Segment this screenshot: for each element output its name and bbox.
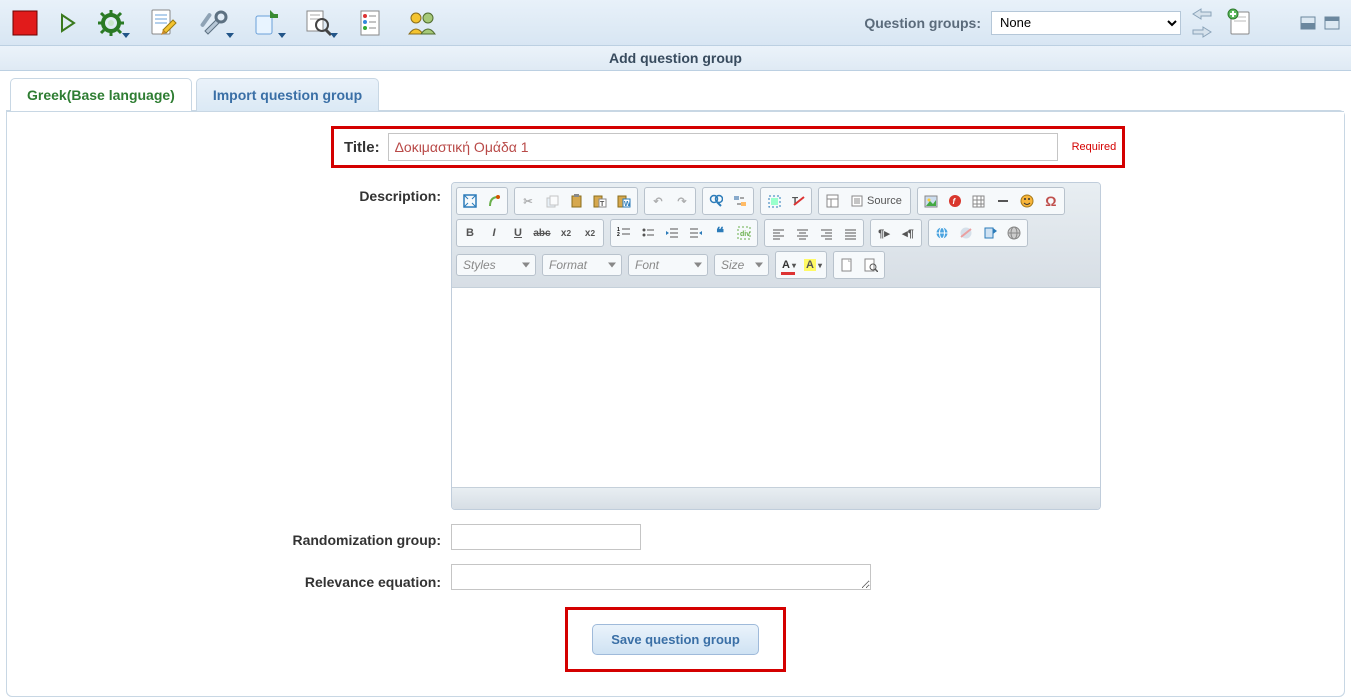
maximize-editor-icon[interactable] xyxy=(459,190,481,212)
unlink-icon xyxy=(955,222,977,244)
arrow-left-icon[interactable] xyxy=(1191,5,1213,23)
minimize-icon[interactable] xyxy=(1297,14,1319,32)
gear-icon[interactable] xyxy=(94,6,128,40)
title-required: Required xyxy=(1072,141,1117,153)
flash-icon[interactable]: f xyxy=(944,190,966,212)
editor-toolbar: ✂ T W ↶ ↷ xyxy=(452,183,1100,287)
top-toolbar: Question groups: None xyxy=(0,0,1351,46)
link-icon[interactable] xyxy=(931,222,953,244)
select-all-icon[interactable] xyxy=(763,190,785,212)
title-input[interactable] xyxy=(388,133,1058,161)
edit-sheet-icon[interactable] xyxy=(146,6,180,40)
bold-icon[interactable]: B xyxy=(459,222,481,244)
status-icon[interactable] xyxy=(8,6,42,40)
align-center-icon[interactable] xyxy=(791,222,813,244)
save-highlight-box: Save question group xyxy=(565,607,786,672)
underline-icon[interactable]: U xyxy=(507,222,529,244)
editor-content-area[interactable] xyxy=(452,287,1100,487)
tools-icon[interactable] xyxy=(198,6,232,40)
numbered-list-icon[interactable]: 12 xyxy=(613,222,635,244)
add-page-icon[interactable] xyxy=(1223,6,1257,40)
replace-icon[interactable] xyxy=(729,190,751,212)
templates-icon[interactable] xyxy=(821,190,843,212)
bg-color-icon[interactable]: A▾ xyxy=(802,254,824,276)
chevron-down-icon xyxy=(122,33,130,38)
italic-icon[interactable]: I xyxy=(483,222,505,244)
size-select[interactable]: Size xyxy=(714,254,769,276)
relevance-label: Relevance equation: xyxy=(21,568,451,590)
randomization-label: Randomization group: xyxy=(21,526,451,548)
indent-icon[interactable] xyxy=(685,222,707,244)
styles-select[interactable]: Styles xyxy=(456,254,536,276)
paste-word-icon[interactable]: W xyxy=(613,190,635,212)
subscript-icon[interactable]: x2 xyxy=(555,222,577,244)
title-box: Title: Required xyxy=(331,126,1125,168)
iframe-icon[interactable] xyxy=(1003,222,1025,244)
svg-text:W: W xyxy=(624,201,631,208)
source-label: Source xyxy=(867,195,902,207)
chevron-down-icon xyxy=(278,33,286,38)
show-blocks-icon[interactable] xyxy=(483,190,505,212)
hr-icon[interactable] xyxy=(992,190,1014,212)
create-div-icon[interactable]: div xyxy=(733,222,755,244)
table-icon[interactable] xyxy=(968,190,990,212)
sub-header: Add question group xyxy=(0,46,1351,71)
svg-text:div: div xyxy=(740,231,750,238)
source-button[interactable]: Source xyxy=(845,190,908,212)
description-label: Description: xyxy=(21,182,451,204)
magnifier-icon[interactable] xyxy=(302,6,336,40)
strike-icon[interactable]: abc xyxy=(531,222,553,244)
cut-icon: ✂ xyxy=(517,190,539,212)
format-select[interactable]: Format xyxy=(542,254,622,276)
tab-base-language[interactable]: Greek(Base language) xyxy=(10,78,192,111)
smiley-icon[interactable] xyxy=(1016,190,1038,212)
tab-import-question-group[interactable]: Import question group xyxy=(196,78,379,111)
undo-icon: ↶ xyxy=(647,190,669,212)
ltr-icon[interactable]: ¶▸ xyxy=(873,222,895,244)
export-icon[interactable] xyxy=(250,6,284,40)
question-groups-select[interactable]: None xyxy=(991,11,1181,35)
special-char-icon[interactable]: Ω xyxy=(1040,190,1062,212)
reorder-icon[interactable] xyxy=(354,6,388,40)
relevance-input[interactable] xyxy=(451,564,871,590)
question-groups-label: Question groups: xyxy=(864,15,981,31)
svg-text:2: 2 xyxy=(617,232,620,238)
toolbar-left xyxy=(8,6,440,40)
blockquote-icon[interactable]: ❝ xyxy=(709,222,731,244)
outdent-icon[interactable] xyxy=(661,222,683,244)
toolbar-right: Question groups: None xyxy=(864,5,1343,41)
align-left-icon[interactable] xyxy=(767,222,789,244)
anchor-icon[interactable] xyxy=(979,222,1001,244)
find-icon[interactable] xyxy=(705,190,727,212)
bullet-list-icon[interactable] xyxy=(637,222,659,244)
align-right-icon[interactable] xyxy=(815,222,837,244)
rich-text-editor: ✂ T W ↶ ↷ xyxy=(451,182,1101,510)
editor-footer xyxy=(452,487,1100,509)
randomization-input[interactable] xyxy=(451,524,641,550)
redo-icon: ↷ xyxy=(671,190,693,212)
image-icon[interactable] xyxy=(920,190,942,212)
paste-text-icon[interactable]: T xyxy=(589,190,611,212)
title-label: Title: xyxy=(344,139,380,156)
superscript-icon[interactable]: x2 xyxy=(579,222,601,244)
arrow-right-icon[interactable] xyxy=(1191,23,1213,41)
remove-format-icon[interactable]: T xyxy=(787,190,809,212)
copy-icon xyxy=(541,190,563,212)
svg-text:T: T xyxy=(600,201,605,208)
text-color-icon[interactable]: A▾ xyxy=(778,254,800,276)
chevron-down-icon xyxy=(330,33,338,38)
align-justify-icon[interactable] xyxy=(839,222,861,244)
chevron-down-icon xyxy=(226,33,234,38)
preview-icon[interactable] xyxy=(860,254,882,276)
new-page-icon[interactable] xyxy=(836,254,858,276)
font-select[interactable]: Font xyxy=(628,254,708,276)
save-button[interactable]: Save question group xyxy=(592,624,759,655)
paste-icon[interactable] xyxy=(565,190,587,212)
maximize-icon[interactable] xyxy=(1321,14,1343,32)
users-icon[interactable] xyxy=(406,6,440,40)
play-icon[interactable] xyxy=(60,14,76,32)
rtl-icon[interactable]: ◂¶ xyxy=(897,222,919,244)
